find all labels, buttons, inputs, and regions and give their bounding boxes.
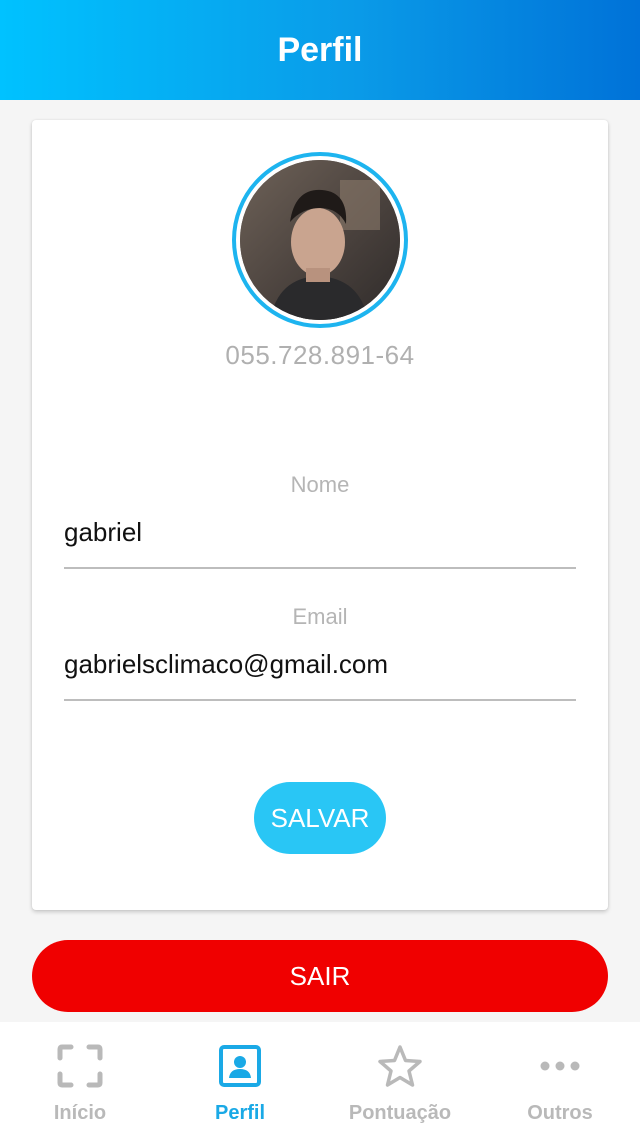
email-label: Email bbox=[292, 604, 348, 629]
bottom-tab-bar: Início Perfil Pontuação Outros bbox=[0, 1022, 640, 1136]
avatar-photo bbox=[240, 160, 400, 320]
tab-label-perfil: Perfil bbox=[214, 1102, 266, 1124]
tab-pontuacao[interactable]: Pontuação bbox=[320, 1022, 480, 1136]
page-title: Perfil bbox=[277, 30, 363, 69]
name-field-underline bbox=[64, 567, 576, 569]
tab-perfil[interactable]: Perfil bbox=[160, 1022, 320, 1136]
save-button[interactable]: SALVAR bbox=[254, 782, 386, 854]
scan-frame-icon bbox=[56, 1042, 104, 1090]
email-field[interactable] bbox=[64, 644, 576, 684]
more-dots-icon bbox=[536, 1042, 584, 1090]
profile-card-icon bbox=[216, 1042, 264, 1090]
logout-button[interactable]: SAIR bbox=[32, 940, 608, 1012]
avatar-frame[interactable] bbox=[232, 152, 408, 328]
tab-label-inicio: Início bbox=[53, 1102, 107, 1124]
tab-outros[interactable]: Outros bbox=[480, 1022, 640, 1136]
profile-card: 055.728.891-64 Nome Email SALVAR bbox=[32, 120, 608, 910]
name-field[interactable] bbox=[64, 512, 576, 552]
tab-label-pontuacao: Pontuação bbox=[348, 1102, 452, 1124]
email-field-underline bbox=[64, 699, 576, 701]
tab-label-outros: Outros bbox=[527, 1102, 593, 1124]
cpf-text: 055.728.891-64 bbox=[225, 340, 415, 370]
star-icon bbox=[376, 1042, 424, 1090]
tab-inicio[interactable]: Início bbox=[0, 1022, 160, 1136]
name-label: Nome bbox=[290, 472, 350, 497]
app-header: Perfil bbox=[0, 0, 640, 100]
avatar bbox=[240, 160, 400, 320]
